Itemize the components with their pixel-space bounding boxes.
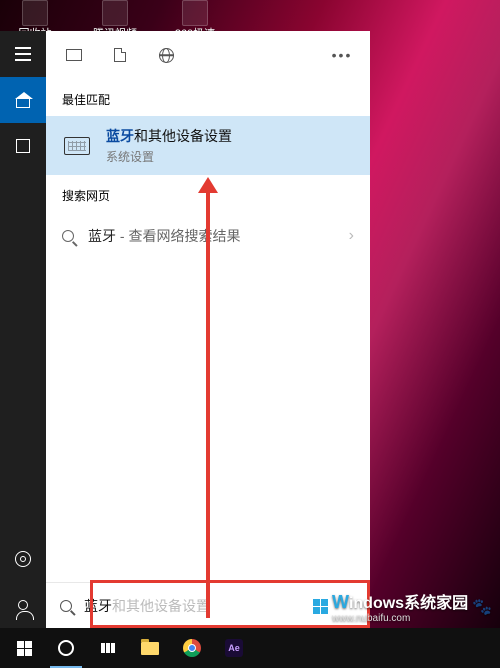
paw-icon: 🐾 [472,597,492,617]
taskbar: Ae [0,628,500,668]
search-panel: ••• 最佳匹配 蓝牙和其他设备设置 系统设置 搜索网页 蓝牙 - 查看网络搜索… [0,31,370,628]
search-icon [62,230,74,242]
search-main: ••• 最佳匹配 蓝牙和其他设备设置 系统设置 搜索网页 蓝牙 - 查看网络搜索… [46,31,370,628]
task-view-button[interactable] [88,628,128,668]
keyboard-icon [62,131,92,161]
best-match-item[interactable]: 蓝牙和其他设备设置 系统设置 [46,116,370,175]
settings-icon[interactable] [0,536,46,582]
chevron-right-icon: › [349,227,354,245]
scope-web-icon[interactable] [144,35,188,75]
scope-documents-icon[interactable] [98,35,142,75]
cortana-search-button[interactable] [46,628,86,668]
taskbar-after-effects[interactable]: Ae [214,628,254,668]
search-scope-row: ••• [46,31,370,79]
search-input-value: 蓝牙 [84,596,112,616]
scope-more-icon[interactable]: ••• [320,47,364,63]
taskbar-file-explorer[interactable] [130,628,170,668]
section-best-match-label: 最佳匹配 [46,79,370,116]
taskbar-chrome[interactable] [172,628,212,668]
scope-apps-icon[interactable] [52,35,96,75]
collection-icon[interactable] [0,123,46,169]
best-match-title: 蓝牙和其他设备设置 [106,126,232,146]
best-match-subtitle: 系统设置 [106,148,232,165]
account-icon[interactable] [0,582,46,628]
search-side-rail [0,31,46,628]
start-button[interactable] [4,628,44,668]
watermark: Windows系统家园 www.nubaifu.com 🐾 [313,589,492,624]
search-icon [60,600,72,612]
search-input-suggestion: 和其他设备设置 [112,596,210,616]
menu-icon[interactable] [0,31,46,77]
annotation-arrow [206,191,210,618]
web-result-text: 蓝牙 - 查看网络搜索结果 [88,226,240,246]
home-icon[interactable] [0,77,46,123]
watermark-logo-icon [313,599,328,614]
